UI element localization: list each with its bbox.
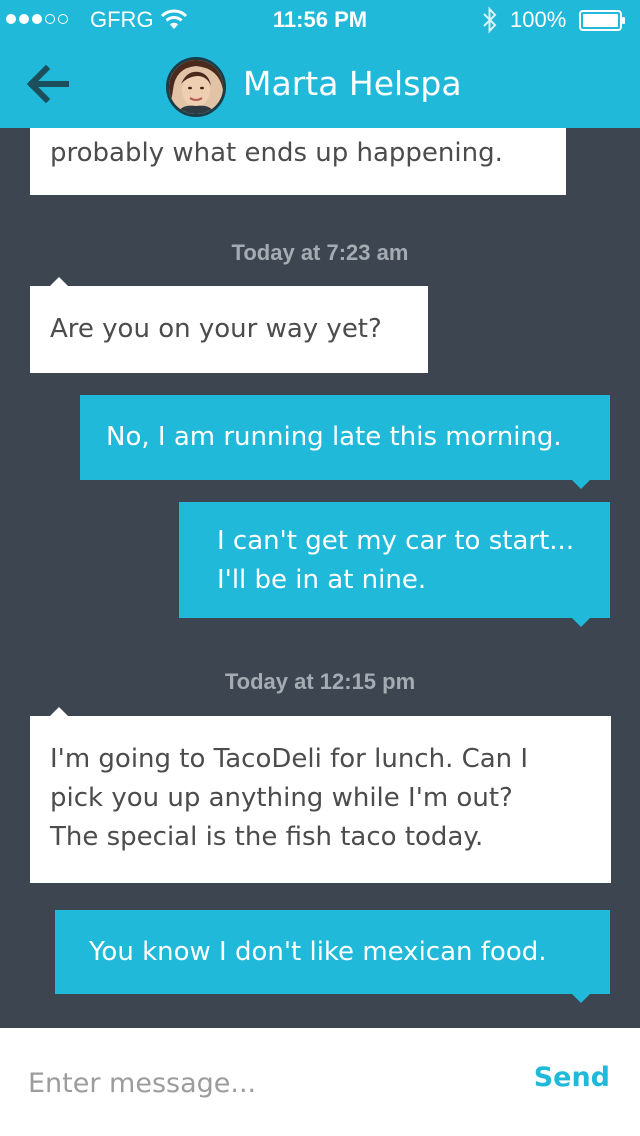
avatar-photo [169,60,223,114]
message-timestamp: Today at 12:15 pm [224,669,416,694]
message-line: probably what ends up happening. [50,138,503,168]
message-line: No, I am running late this morning. [106,422,562,452]
battery-percentage: 100% [510,7,567,32]
message-line: pick you up anything while I'm out? [50,783,513,813]
message-timestamp: Today at 7:23 am [231,240,409,265]
header-bar: GFRG 11:56 PM 100% Marta Helspa [0,0,640,128]
message-line: You know I don't like mexican food. [89,937,547,967]
send-button[interactable]: Send [534,1062,610,1093]
incoming-message: I'm going to TacoDeli for lunch. Can I p… [30,707,611,883]
message-input[interactable] [28,1062,508,1104]
outgoing-message: I can't get my car to start... I'll be i… [179,502,610,627]
incoming-message: Are you on your way yet? [30,277,428,373]
message-line: Are you on your way yet? [50,314,382,344]
message-line: I'll be in at nine. [217,565,427,595]
message-composer: Send [0,1028,640,1136]
message-line: I can't get my car to start... [217,526,575,556]
message-line: I'm going to TacoDeli for lunch. Can I [50,744,529,774]
battery-icon [579,10,625,31]
outgoing-message: You know I don't like mexican food. [55,910,610,1003]
arrow-left-icon[interactable] [26,64,70,104]
bluetooth-icon [483,6,497,34]
contact-name: Marta Helspa [243,64,462,103]
status-bar: GFRG 11:56 PM 100% [0,0,640,40]
message-line: The special is the fish taco today. [50,822,484,852]
outgoing-message: No, I am running late this morning. [80,395,610,489]
contact-avatar[interactable] [166,57,226,117]
